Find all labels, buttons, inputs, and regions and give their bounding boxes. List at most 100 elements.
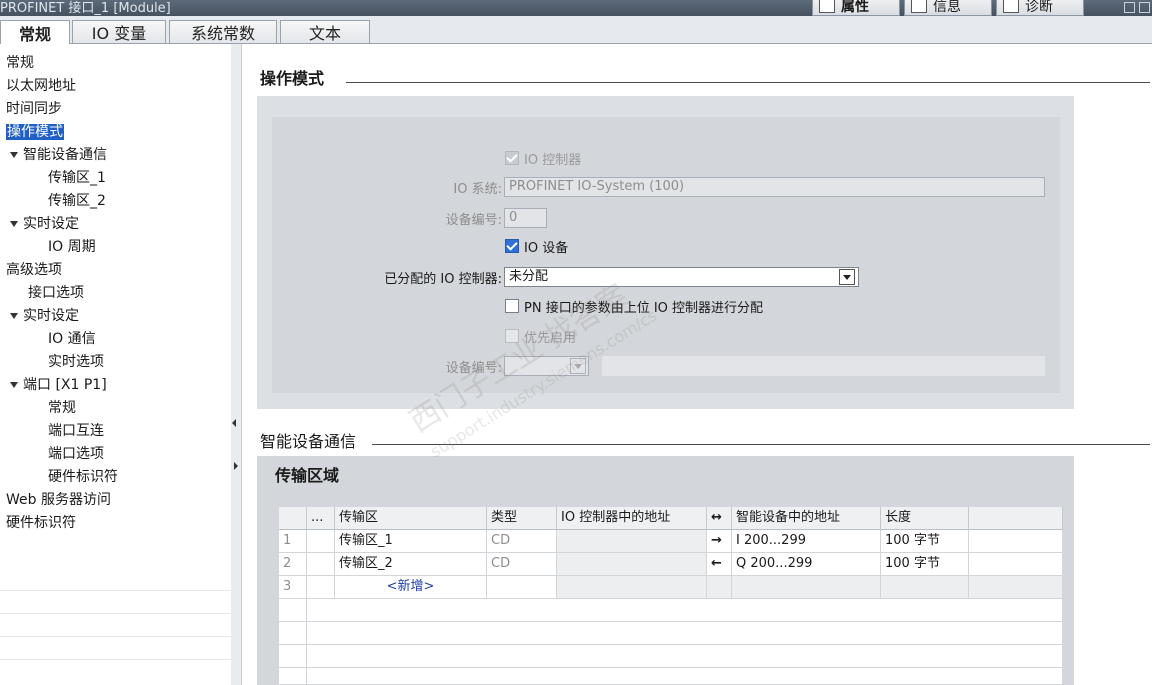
nav-item-port-hardware-id[interactable]: 硬件标识符	[48, 466, 118, 489]
collapse-left-icon[interactable]	[232, 419, 236, 427]
nav-item-label: 实时设定	[23, 308, 79, 324]
nav-item-web-server-access[interactable]: Web 服务器访问	[6, 489, 111, 512]
expand-arrow-icon[interactable]	[10, 221, 18, 227]
table-cell[interactable]	[557, 530, 707, 553]
table-cell[interactable]: 传输区_2	[335, 553, 487, 576]
table-cell	[279, 645, 307, 668]
header-cell-direction[interactable]: ↔	[707, 507, 732, 530]
section-title-operating-mode: 操作模式	[260, 69, 325, 88]
header-cell[interactable]: 长度	[881, 507, 969, 530]
window-title-bar: PROFINET 接口_1 [Module] 属性 信息 诊断	[0, 0, 1152, 16]
nav-item-port-options[interactable]: 端口选项	[48, 443, 104, 466]
properties-content: 操作模式 IO 控制器 IO 系统: PROFINET IO-System (1…	[242, 44, 1152, 685]
nav-item-label: 操作模式	[6, 124, 64, 140]
transfer-area-panel: 传输区域 ... 传输区 类型 IO 控制器中的地址 ↔ 智能设备中的地址 长度…	[257, 456, 1074, 685]
tab-properties[interactable]: 属性	[812, 0, 900, 16]
table-cell[interactable]: 100 字节	[881, 530, 969, 553]
header-cell[interactable]	[969, 507, 1063, 530]
table-cell[interactable]: I 200...299	[732, 530, 881, 553]
table-cell[interactable]: 100 字节	[881, 553, 969, 576]
nav-item-port-general[interactable]: 常规	[48, 397, 76, 420]
table-row	[307, 599, 1063, 622]
io-controller-checkbox[interactable]	[505, 151, 519, 165]
table-cell	[732, 576, 881, 599]
nav-item-advanced-options[interactable]: 高级选项	[6, 259, 62, 282]
table-cell	[307, 530, 335, 553]
table-row	[307, 645, 1063, 668]
header-cell[interactable]: ...	[307, 507, 335, 530]
tab-info[interactable]: 信息	[904, 0, 992, 16]
expand-arrow-icon[interactable]	[10, 152, 18, 158]
nav-item-label: 常规	[6, 55, 34, 71]
nav-item-io-cycle[interactable]: IO 周期	[48, 236, 96, 259]
direction-arrow-icon[interactable]: →	[707, 530, 732, 553]
nav-item-general[interactable]: 常规	[6, 52, 34, 75]
table-row	[307, 668, 1063, 685]
table-cell	[307, 553, 335, 576]
nav-divider	[0, 636, 231, 637]
tab-general-label: 常规	[18, 24, 51, 44]
table-cell	[969, 576, 1063, 599]
minimize-icon[interactable]	[1124, 2, 1135, 13]
add-new-row[interactable]: <新增>	[335, 576, 487, 599]
nav-item-realtime-settings-adv[interactable]: 实时设定	[10, 305, 79, 328]
diagnostics-icon	[1003, 0, 1019, 13]
io-system-field: PROFINET IO-System (100)	[504, 177, 1045, 197]
nav-item-ethernet-address[interactable]: 以太网地址	[6, 75, 76, 98]
nav-item-realtime-options[interactable]: 实时选项	[48, 351, 104, 374]
nav-item-port-interconnection[interactable]: 端口互连	[48, 420, 104, 443]
table-cell[interactable]: Q 200...299	[732, 553, 881, 576]
nav-item-interface-options[interactable]: 接口选项	[28, 282, 84, 305]
maximize-icon[interactable]	[1139, 2, 1150, 13]
table-cell	[279, 622, 307, 645]
dropdown-arrow-icon[interactable]	[570, 358, 586, 374]
tab-diagnostics[interactable]: 诊断	[996, 0, 1084, 16]
nav-item-hardware-id[interactable]: 硬件标识符	[6, 512, 76, 535]
operating-mode-inner-panel: IO 控制器 IO 系统: PROFINET IO-System (100) 设…	[272, 117, 1060, 393]
tab-io-tags[interactable]: IO 变量	[72, 20, 166, 43]
nav-item-transfer-area-2[interactable]: 传输区_2	[48, 190, 106, 213]
row-number: 1	[279, 530, 307, 553]
header-cell[interactable]: IO 控制器中的地址	[557, 507, 707, 530]
expand-arrow-icon[interactable]	[10, 313, 18, 319]
tab-info-label: 信息	[933, 0, 961, 15]
prioritized-startup-checkbox[interactable]	[505, 329, 519, 343]
header-cell[interactable]: 智能设备中的地址	[732, 507, 881, 530]
tab-general[interactable]: 常规	[0, 20, 70, 44]
expand-right-icon[interactable]	[234, 462, 238, 470]
nav-item-transfer-area-1[interactable]: 传输区_1	[48, 167, 106, 190]
nav-item-label: 传输区_1	[48, 170, 106, 186]
table-cell[interactable]: 传输区_1	[335, 530, 487, 553]
table-cell[interactable]	[557, 553, 707, 576]
nav-item-operating-mode[interactable]: 操作模式	[6, 121, 64, 144]
nav-item-label: 接口选项	[28, 285, 84, 301]
header-cell[interactable]: 类型	[487, 507, 557, 530]
assigned-controller-label: 已分配的 IO 控制器:	[384, 272, 502, 287]
row-number: 2	[279, 553, 307, 576]
tab-texts[interactable]: 文本	[280, 20, 370, 43]
io-device-checkbox[interactable]	[505, 239, 519, 253]
tab-diagnostics-label: 诊断	[1025, 0, 1053, 15]
direction-arrow-icon[interactable]: ←	[707, 553, 732, 576]
pane-splitter[interactable]	[231, 44, 242, 685]
nav-item-time-sync[interactable]: 时间同步	[6, 98, 62, 121]
nav-item-idevice-communication[interactable]: 智能设备通信	[10, 144, 107, 167]
header-cell[interactable]: 传输区	[335, 507, 487, 530]
table-row	[307, 622, 1063, 645]
table-cell	[557, 576, 707, 599]
pn-params-checkbox[interactable]	[505, 299, 519, 313]
tab-io-tags-label: IO 变量	[91, 24, 147, 43]
device-number-field: 0	[504, 208, 547, 228]
expand-arrow-icon[interactable]	[10, 382, 18, 388]
tab-system-constants[interactable]: 系统常数	[169, 20, 277, 43]
dropdown-arrow-icon[interactable]	[839, 269, 855, 285]
assigned-controller-dropdown[interactable]: 未分配	[504, 267, 859, 287]
table-cell[interactable]: CD	[487, 553, 557, 576]
nav-item-port-x1-p1[interactable]: 端口 [X1 P1]	[10, 374, 107, 397]
io-system-label: IO 系统:	[453, 182, 502, 197]
nav-item-label: Web 服务器访问	[6, 492, 111, 508]
transfer-table: ... 传输区 类型 IO 控制器中的地址 ↔ 智能设备中的地址 长度 1 传输…	[279, 507, 1063, 685]
nav-item-io-communication[interactable]: IO 通信	[48, 328, 96, 351]
table-cell[interactable]: CD	[487, 530, 557, 553]
nav-item-realtime-settings[interactable]: 实时设定	[10, 213, 79, 236]
